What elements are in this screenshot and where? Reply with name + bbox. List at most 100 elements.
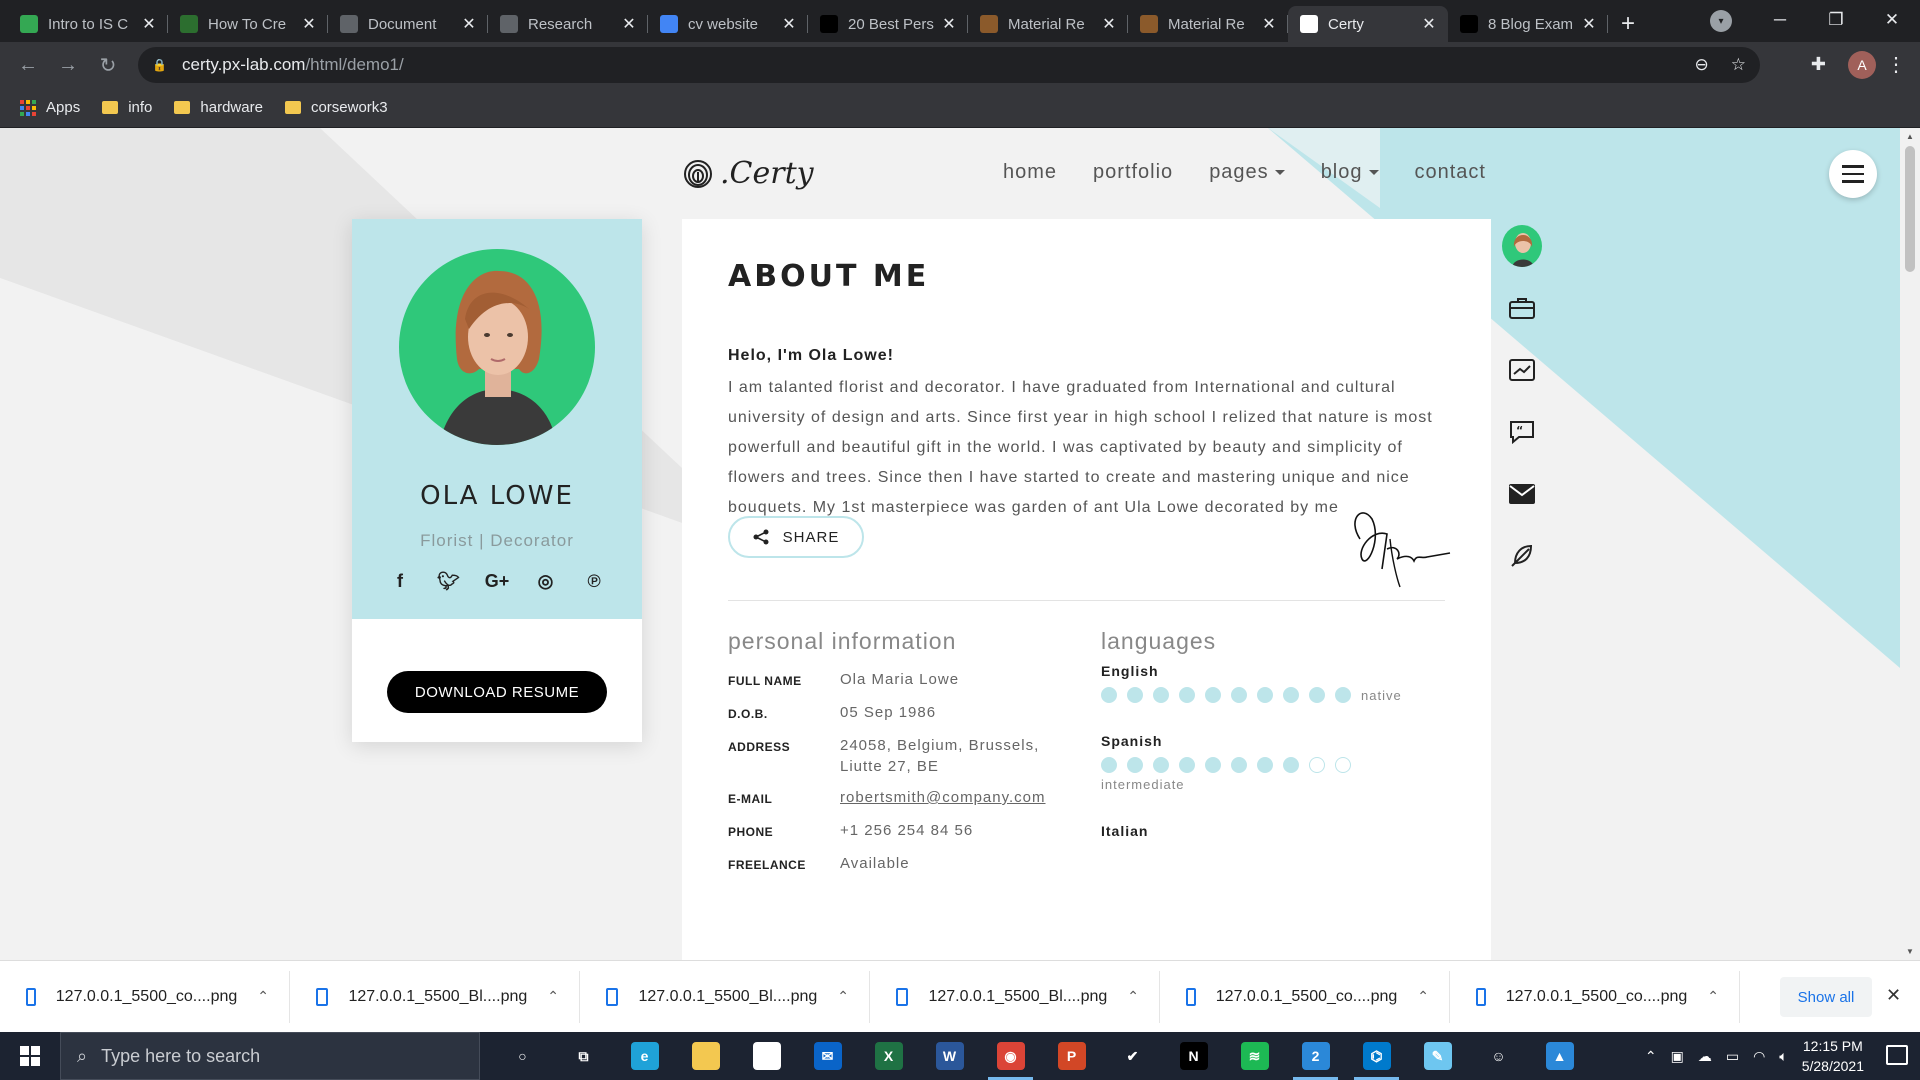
taskbar-app[interactable]: 🛍 xyxy=(736,1032,797,1080)
url-field[interactable]: 🔒 certy.px-lab.com/html/demo1/ ⊖ ☆ xyxy=(138,47,1760,83)
browser-tab[interactable]: 20 Best Pers ✕ xyxy=(808,6,968,42)
taskbar-search[interactable]: ⌕ Type here to search xyxy=(60,1032,480,1080)
scroll-down-icon[interactable]: ▼ xyxy=(1906,947,1914,956)
battery-icon[interactable]: ▭ xyxy=(1726,1048,1739,1065)
more-menu-icon[interactable]: ⋮ xyxy=(1886,52,1906,77)
download-item[interactable]: 127.0.0.1_5500_Bl....png ⌃ xyxy=(580,970,870,1023)
close-tab-icon[interactable]: ✕ xyxy=(780,14,798,34)
browser-tab[interactable]: Intro to IS C ✕ xyxy=(8,6,168,42)
close-window-icon[interactable]: ✕ xyxy=(1864,0,1920,40)
new-tab-button[interactable]: + xyxy=(1608,6,1648,42)
browser-tab[interactable]: How To Cre ✕ xyxy=(168,6,328,42)
taskbar-app[interactable]: 2 xyxy=(1285,1032,1346,1080)
back-icon[interactable]: ← xyxy=(8,45,48,85)
close-tab-icon[interactable]: ✕ xyxy=(1260,14,1278,34)
chevron-up-icon[interactable]: ⌃ xyxy=(1127,988,1139,1005)
close-tab-icon[interactable]: ✕ xyxy=(460,14,478,34)
forward-icon[interactable]: → xyxy=(48,45,88,85)
browser-tab[interactable]: cv website ✕ xyxy=(648,6,808,42)
facebook-icon[interactable]: f xyxy=(382,571,418,592)
download-item[interactable]: 127.0.0.1_5500_Bl....png ⌃ xyxy=(290,970,580,1023)
download-item[interactable]: 127.0.0.1_5500_co....png ⌃ xyxy=(1450,970,1740,1023)
taskbar-app[interactable]: P xyxy=(1041,1032,1102,1080)
share-button[interactable]: SHARE xyxy=(728,516,864,558)
nav-pages[interactable]: pages xyxy=(1209,161,1285,184)
site-logo[interactable]: .Certy xyxy=(682,156,814,191)
star-icon[interactable]: ☆ xyxy=(1731,55,1746,75)
browser-tab[interactable]: 8 Blog Exam ✕ xyxy=(1448,6,1608,42)
taskbar-app[interactable]: ⧉ xyxy=(553,1032,614,1080)
quote-icon[interactable]: “ xyxy=(1502,412,1542,452)
start-button[interactable] xyxy=(0,1032,60,1080)
close-tab-icon[interactable]: ✕ xyxy=(1100,14,1118,34)
notifications-icon[interactable] xyxy=(1886,1045,1908,1065)
chevron-up-icon[interactable]: ⌃ xyxy=(547,988,559,1005)
chevron-up-icon[interactable]: ⌃ xyxy=(1417,988,1429,1005)
bookmark-hardware[interactable]: hardware xyxy=(174,99,263,116)
download-item[interactable]: 127.0.0.1_5500_Bl....png ⌃ xyxy=(870,970,1160,1023)
pinterest-icon[interactable]: ℗ xyxy=(576,571,612,592)
email-link[interactable]: robertsmith@company.com xyxy=(840,787,1048,810)
taskbar-app[interactable]: ○ xyxy=(492,1032,553,1080)
download-resume-button[interactable]: DOWNLOAD RESUME xyxy=(387,671,607,713)
browser-tab[interactable]: Material Re ✕ xyxy=(1128,6,1288,42)
bookmark-corsework3[interactable]: corsework3 xyxy=(284,99,388,116)
close-tab-icon[interactable]: ✕ xyxy=(300,14,318,34)
feather-icon[interactable] xyxy=(1502,536,1542,576)
profile-avatar[interactable]: A xyxy=(1848,51,1876,79)
nav-home[interactable]: home xyxy=(1003,161,1057,184)
twitter-icon[interactable]: 🐦︎ xyxy=(431,571,467,592)
show-all-button[interactable]: Show all xyxy=(1780,977,1872,1017)
reload-icon[interactable]: ↻ xyxy=(88,45,128,85)
close-tab-icon[interactable]: ✕ xyxy=(940,14,958,34)
restore-icon[interactable]: ❐ xyxy=(1808,0,1864,40)
extensions-icon[interactable]: ✚ xyxy=(1811,54,1826,75)
taskbar-app[interactable]: ✉ xyxy=(797,1032,858,1080)
chevron-up-icon[interactable]: ⌃ xyxy=(1645,1048,1657,1065)
taskbar-app[interactable]: ◉ xyxy=(980,1032,1041,1080)
hamburger-menu-button[interactable] xyxy=(1829,150,1877,198)
chevron-up-icon[interactable]: ⌃ xyxy=(257,988,269,1005)
tab-search-icon[interactable]: ▾ xyxy=(1710,10,1732,32)
nav-portfolio[interactable]: portfolio xyxy=(1093,161,1173,184)
google-plus-icon[interactable]: G+ xyxy=(479,571,515,592)
zoom-icon[interactable]: ⊖ xyxy=(1695,55,1709,75)
clock[interactable]: 12:15 PM 5/28/2021 xyxy=(1802,1036,1864,1076)
browser-tab[interactable]: Research ✕ xyxy=(488,6,648,42)
chevron-up-icon[interactable]: ⌃ xyxy=(837,988,849,1005)
taskbar-app[interactable]: ✎ xyxy=(1407,1032,1468,1080)
chevron-up-icon[interactable]: ⌃ xyxy=(1707,988,1719,1005)
close-tab-icon[interactable]: ✕ xyxy=(620,14,638,34)
minimize-icon[interactable]: ─ xyxy=(1752,0,1808,40)
chart-card-icon[interactable] xyxy=(1502,350,1542,390)
page-scrollbar[interactable]: ▲ ▼ xyxy=(1900,128,1920,960)
download-item[interactable]: 127.0.0.1_5500_co....png ⌃ xyxy=(0,970,290,1023)
close-tab-icon[interactable]: ✕ xyxy=(1580,14,1598,34)
taskbar-app[interactable]: ▲ xyxy=(1529,1032,1590,1080)
envelope-icon[interactable] xyxy=(1502,474,1542,514)
side-nav-profile[interactable] xyxy=(1502,225,1542,267)
taskbar-app[interactable]: W xyxy=(919,1032,980,1080)
close-tab-icon[interactable]: ✕ xyxy=(140,14,158,34)
taskbar-app[interactable]: N xyxy=(1163,1032,1224,1080)
taskbar-app[interactable]: ≋ xyxy=(1224,1032,1285,1080)
bookmark-apps[interactable]: Apps xyxy=(20,99,80,116)
taskbar-app[interactable]: ☺ xyxy=(1468,1032,1529,1080)
taskbar-app[interactable]: ⌬ xyxy=(1346,1032,1407,1080)
volume-icon[interactable]: 🔈︎ xyxy=(1779,1048,1787,1065)
bookmark-info[interactable]: info xyxy=(102,99,152,116)
browser-tab[interactable]: Material Re ✕ xyxy=(968,6,1128,42)
taskbar-app[interactable]: e xyxy=(614,1032,675,1080)
close-tab-icon[interactable]: ✕ xyxy=(1420,14,1438,34)
browser-tab[interactable]: Document ✕ xyxy=(328,6,488,42)
taskbar-app[interactable]: X xyxy=(858,1032,919,1080)
briefcase-icon[interactable] xyxy=(1502,288,1542,328)
nav-contact[interactable]: contact xyxy=(1415,161,1486,184)
download-item[interactable]: 127.0.0.1_5500_co....png ⌃ xyxy=(1160,970,1450,1023)
nav-blog[interactable]: blog xyxy=(1321,161,1379,184)
scroll-up-icon[interactable]: ▲ xyxy=(1906,132,1914,141)
scrollbar-thumb[interactable] xyxy=(1905,146,1915,272)
onedrive-icon[interactable]: ☁ xyxy=(1698,1048,1712,1065)
wifi-icon[interactable]: ◠ xyxy=(1753,1048,1765,1065)
taskbar-app[interactable] xyxy=(675,1032,736,1080)
